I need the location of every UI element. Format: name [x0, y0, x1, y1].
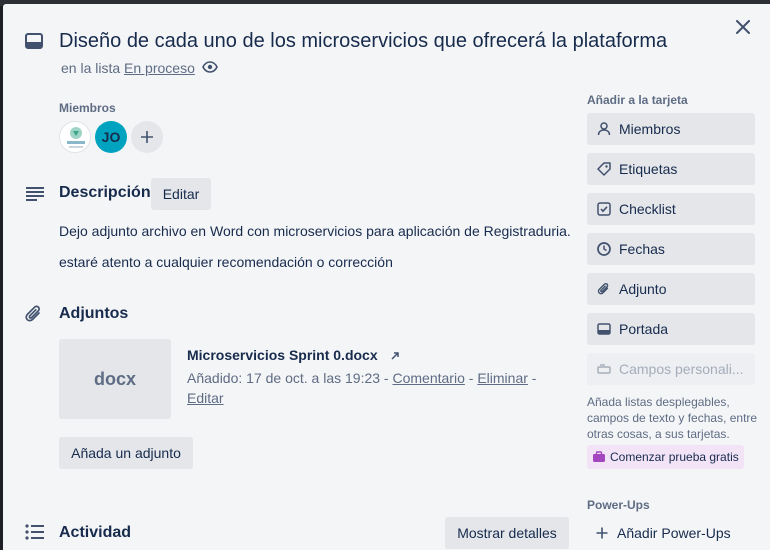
person-icon — [596, 122, 612, 136]
label-icon — [596, 162, 612, 176]
clock-icon — [596, 242, 612, 256]
checklist-icon — [596, 202, 612, 216]
attachment-thumbnail[interactable]: docx — [59, 339, 171, 419]
attachment-delete-link[interactable]: Eliminar — [477, 370, 528, 386]
add-attachment-button[interactable]: Añada un adjunto — [59, 437, 193, 469]
close-icon[interactable] — [736, 20, 750, 34]
add-member-button[interactable] — [131, 121, 163, 153]
card-title[interactable]: Diseño de cada uno de los microservicios… — [59, 30, 667, 53]
start-trial-label[interactable]: Comenzar prueba gratis — [610, 450, 739, 464]
attachment-comment-link[interactable]: Comentario — [393, 370, 465, 386]
add-to-card-heading: Añadir a la tarjeta — [587, 93, 688, 107]
add-powerups-label: Añadir Power-Ups — [617, 525, 731, 541]
sidebar-button-label: Campos personali... — [619, 361, 744, 377]
sidebar-dates-button[interactable]: Fechas — [587, 233, 755, 265]
list-breadcrumb: en la lista En proceso — [61, 60, 195, 76]
avatar[interactable]: JO — [95, 121, 127, 153]
description-icon — [25, 186, 45, 202]
attachment-added-date: Añadido: 17 de oct. a las 19:23 — [187, 370, 381, 386]
avatar[interactable] — [59, 121, 91, 153]
description-line: estaré atento a cualquier recomendación … — [59, 254, 393, 270]
list-prefix: en la lista — [61, 60, 121, 76]
add-powerups-button[interactable]: Añadir Power-Ups — [587, 517, 755, 549]
start-trial-button[interactable]: Comenzar prueba gratis — [587, 445, 744, 469]
eye-icon[interactable] — [202, 60, 218, 74]
paperclip-icon — [25, 304, 43, 324]
sidebar-button-label: Miembros — [619, 121, 681, 137]
briefcase-icon — [592, 451, 606, 463]
sidebar-labels-button[interactable]: Etiquetas — [587, 153, 755, 185]
plus-icon — [140, 130, 154, 144]
powerups-heading: Power-Ups — [587, 498, 650, 512]
show-details-button[interactable]: Mostrar detalles — [445, 517, 569, 549]
list-link[interactable]: En proceso — [124, 60, 195, 76]
sidebar-button-label: Etiquetas — [619, 161, 678, 177]
sidebar-attachment-button[interactable]: Adjunto — [587, 273, 755, 305]
activity-icon — [25, 524, 45, 540]
activity-heading: Actividad — [59, 524, 132, 541]
attachment-name-text[interactable]: Microservicios Sprint 0.docx — [187, 347, 378, 363]
attachment-name[interactable]: Microservicios Sprint 0.docx — [187, 347, 400, 363]
plus-icon — [596, 527, 608, 539]
external-link-icon[interactable] — [390, 351, 400, 361]
sidebar-cover-button[interactable]: Portada — [587, 313, 755, 345]
card-icon — [24, 31, 44, 51]
sidebar-button-label: Checklist — [619, 201, 676, 217]
attachment-edit-link[interactable]: Editar — [187, 390, 224, 406]
description-heading: Descripción — [59, 184, 151, 201]
custom-fields-helper-text: Añada listas desplegables, campos de tex… — [587, 395, 758, 441]
sidebar-custom-fields-button[interactable]: Campos personali... — [587, 353, 755, 385]
attachment-meta: Añadido: 17 de oct. a las 19:23 - Coment… — [187, 370, 537, 406]
attachments-heading: Adjuntos — [59, 305, 129, 322]
sidebar-button-label: Fechas — [619, 241, 665, 257]
card-detail-modal: Diseño de cada uno de los microservicios… — [3, 4, 770, 550]
custom-fields-icon — [596, 362, 612, 376]
cover-icon — [596, 322, 612, 336]
sidebar-button-label: Portada — [619, 321, 669, 337]
sidebar-members-button[interactable]: Miembros — [587, 113, 755, 145]
sidebar-checklist-button[interactable]: Checklist — [587, 193, 755, 225]
description-line: Dejo adjunto archivo en Word con microse… — [59, 223, 571, 239]
paperclip-icon — [596, 282, 612, 296]
sidebar-button-label: Adjunto — [619, 281, 667, 297]
edit-description-button[interactable]: Editar — [151, 178, 211, 210]
members-heading: Miembros — [59, 101, 116, 115]
